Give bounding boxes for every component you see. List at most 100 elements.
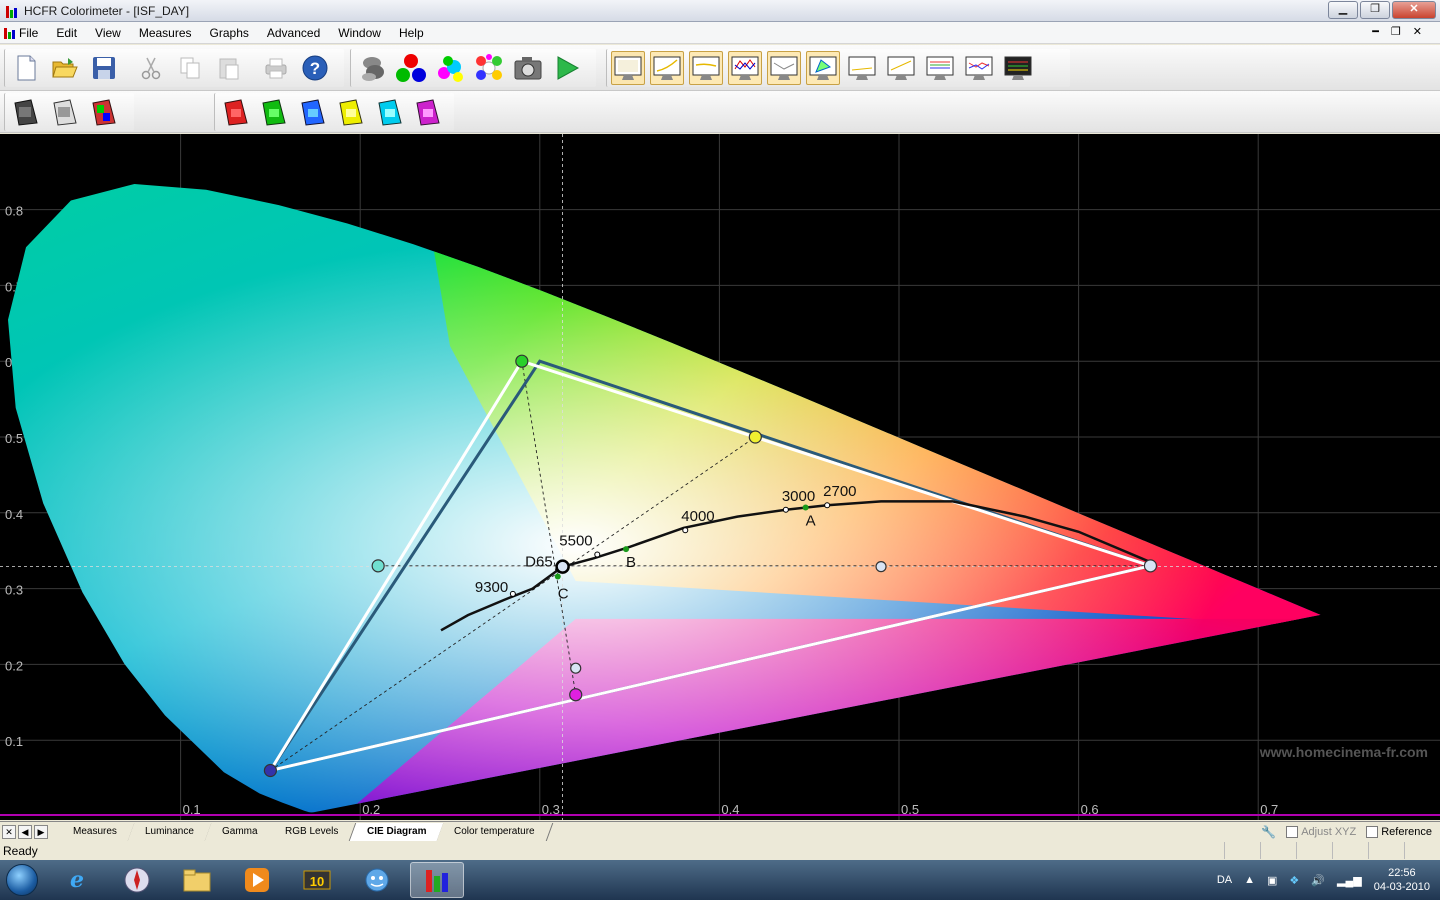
- tab-measures[interactable]: Measures: [55, 823, 136, 841]
- messenger-icon[interactable]: [350, 862, 404, 898]
- measure-toolbar: [0, 91, 1440, 133]
- reference-checkbox[interactable]: Reference: [1366, 826, 1432, 839]
- menu-measures[interactable]: Measures: [130, 26, 201, 40]
- measure-cyan-icon[interactable]: [373, 95, 407, 129]
- taskbar: e 10 DA ▲ ▣ ❖ 🔊 ▂▄▆ 22:56 04-03-2010: [0, 860, 1440, 900]
- doc-restore-button[interactable]: ❐: [1391, 25, 1401, 38]
- new-icon[interactable]: [9, 51, 43, 85]
- tray-arrow-icon[interactable]: ▲: [1244, 874, 1255, 886]
- doc-close-button[interactable]: ✕: [1413, 25, 1422, 38]
- view11-icon[interactable]: [1001, 51, 1035, 85]
- view10-icon[interactable]: [962, 51, 996, 85]
- temperature-point: [824, 502, 831, 509]
- measure-gray-icon[interactable]: [9, 95, 43, 129]
- game-icon[interactable]: 10: [290, 862, 344, 898]
- paste-icon[interactable]: [212, 51, 246, 85]
- measure-magenta-icon[interactable]: [412, 95, 446, 129]
- maximize-button[interactable]: ❐: [1360, 1, 1390, 19]
- measure-near-black-icon[interactable]: [48, 95, 82, 129]
- ie-icon[interactable]: e: [50, 862, 104, 898]
- y-tick-label: 0.4: [5, 507, 23, 522]
- yellow-secondary-point[interactable]: [748, 430, 762, 444]
- cyan-secondary-point[interactable]: [371, 559, 385, 573]
- tab-luminance[interactable]: Luminance: [127, 823, 213, 841]
- y-tick-label: 0.2: [5, 658, 23, 673]
- cie-chart[interactable]: 0.10.20.30.40.50.60.70.10.20.30.40.50.60…: [0, 134, 1440, 820]
- help-icon[interactable]: ?: [298, 51, 332, 85]
- open-icon[interactable]: [48, 51, 82, 85]
- menu-help[interactable]: Help: [390, 26, 433, 40]
- measure-blue-icon[interactable]: [296, 95, 330, 129]
- menu-graphs[interactable]: Graphs: [201, 26, 258, 40]
- doc-minimize-button[interactable]: ━: [1372, 25, 1379, 38]
- system-tray: DA ▲ ▣ ❖ 🔊 ▂▄▆ 22:56 04-03-2010: [1217, 860, 1430, 900]
- tab-next-button[interactable]: ▶: [34, 825, 48, 839]
- tab-gamma[interactable]: Gamma: [204, 823, 276, 841]
- svg-text:?: ?: [310, 59, 320, 78]
- play-icon[interactable]: [550, 51, 584, 85]
- measure-red-icon[interactable]: [219, 95, 253, 129]
- window-title: HCFR Colorimeter - [ISF_DAY]: [24, 3, 190, 18]
- close-button[interactable]: ✕: [1392, 1, 1436, 19]
- windows-logo-icon: [6, 864, 38, 896]
- tab-prev-button[interactable]: ◀: [18, 825, 32, 839]
- menu-window[interactable]: Window: [329, 26, 390, 40]
- menu-view[interactable]: View: [86, 26, 130, 40]
- measure-primaries-icon[interactable]: [87, 95, 121, 129]
- status-bar: Ready: [0, 842, 1440, 860]
- blue-primary-point[interactable]: [263, 763, 277, 778]
- dropbox-icon[interactable]: ❖: [1289, 874, 1299, 887]
- speaker-icon[interactable]: 🔊: [1311, 874, 1325, 887]
- gamma-view-icon[interactable]: [689, 51, 723, 85]
- color-temp-view-icon[interactable]: [767, 51, 801, 85]
- menu-advanced[interactable]: Advanced: [258, 26, 329, 40]
- camera-icon[interactable]: [511, 51, 545, 85]
- tab-close-button[interactable]: ✕: [2, 825, 16, 839]
- rgb-measure-icon[interactable]: [394, 51, 428, 85]
- cie-diagram-icon[interactable]: [806, 51, 840, 85]
- measure-yellow-icon[interactable]: [335, 95, 369, 129]
- menu-file[interactable]: File: [0, 26, 47, 40]
- explorer-icon[interactable]: [170, 862, 224, 898]
- copy-icon[interactable]: [173, 51, 207, 85]
- cut-icon[interactable]: [134, 51, 168, 85]
- svg-text:10: 10: [310, 874, 324, 889]
- adjust-xyz-checkbox[interactable]: Adjust XYZ: [1286, 826, 1356, 839]
- gray-point-2[interactable]: [570, 662, 582, 674]
- white-point-marker[interactable]: [555, 559, 570, 574]
- view7-icon[interactable]: [845, 51, 879, 85]
- temperature-point: [509, 590, 516, 597]
- multi-color-icon[interactable]: [472, 51, 506, 85]
- view-tab-bar: ✕ ◀ ▶ Measures Luminance Gamma RGB Level…: [0, 821, 1440, 842]
- clock[interactable]: 22:56 04-03-2010: [1374, 866, 1430, 894]
- safari-icon[interactable]: [110, 862, 164, 898]
- measure-green-icon[interactable]: [258, 95, 292, 129]
- cie-diagram-panel[interactable]: 0.10.20.30.40.50.60.70.10.20.30.40.50.60…: [0, 134, 1440, 820]
- y-tick-label: 0.5: [5, 431, 23, 446]
- luminance-view-icon[interactable]: [650, 51, 684, 85]
- red-primary-point[interactable]: [1143, 559, 1158, 573]
- magenta-secondary-point[interactable]: [569, 688, 583, 702]
- media-player-icon[interactable]: [230, 862, 284, 898]
- main-toolbar: ?: [0, 45, 1440, 91]
- save-icon[interactable]: [87, 51, 121, 85]
- menu-edit[interactable]: Edit: [47, 26, 86, 40]
- tab-color-temperature[interactable]: Color temperature: [436, 823, 554, 841]
- cie-view-icon[interactable]: [611, 51, 645, 85]
- hcfr-icon[interactable]: [410, 862, 464, 898]
- tab-cie-diagram[interactable]: CIE Diagram: [349, 823, 445, 841]
- signal-icon[interactable]: ▂▄▆: [1337, 874, 1362, 887]
- gray-point-1[interactable]: [875, 561, 887, 573]
- view9-icon[interactable]: [923, 51, 957, 85]
- start-button[interactable]: [0, 860, 44, 900]
- sensor-icon[interactable]: [355, 51, 389, 85]
- color-measure-icon[interactable]: [433, 51, 467, 85]
- view8-icon[interactable]: [884, 51, 918, 85]
- tray-app-icon[interactable]: ▣: [1267, 874, 1277, 887]
- minimize-button[interactable]: ▁: [1328, 1, 1358, 19]
- tab-rgb-levels[interactable]: RGB Levels: [268, 823, 358, 841]
- green-primary-point[interactable]: [515, 354, 529, 368]
- print-icon[interactable]: [259, 51, 293, 85]
- rgb-levels-view-icon[interactable]: [728, 51, 762, 85]
- language-indicator[interactable]: DA: [1217, 874, 1232, 886]
